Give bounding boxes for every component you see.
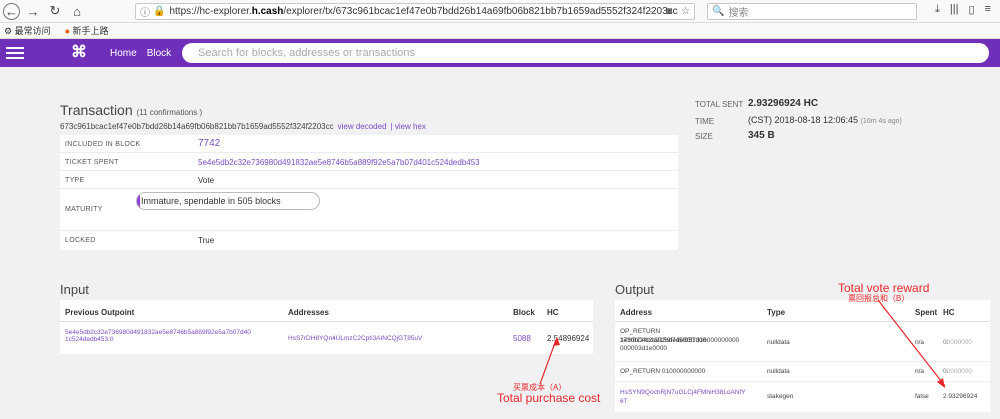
annotation-arrows [539, 299, 946, 388]
annotation-reward-cn: 票回报总和（B） [848, 294, 910, 303]
cost-arrow [539, 339, 557, 385]
reward-arrowhead [937, 378, 945, 388]
reward-arrow [877, 299, 946, 387]
annotation-cost-en: Total purchase cost [497, 391, 601, 405]
cost-arrowhead [553, 337, 560, 346]
